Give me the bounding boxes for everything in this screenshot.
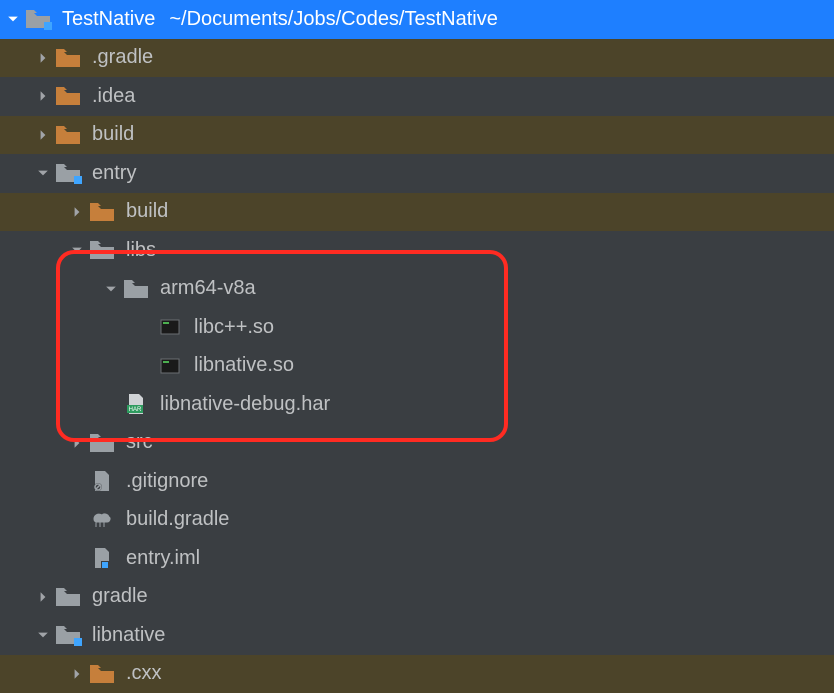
folder-icon [54, 124, 82, 146]
folder-icon [88, 201, 116, 223]
module-folder-icon [54, 624, 82, 646]
gradle-file-icon [88, 509, 116, 531]
har-file-icon: HAR [122, 393, 150, 415]
binary-file-icon [156, 316, 184, 338]
gitignore-file-icon [88, 470, 116, 492]
tree-label: TestNative [62, 8, 155, 31]
tree-label: .cxx [126, 662, 162, 685]
chevron-right-icon[interactable] [32, 129, 54, 141]
tree-label: arm64-v8a [160, 277, 256, 300]
tree-label: .idea [92, 85, 135, 108]
tree-row-src[interactable]: src [0, 424, 834, 463]
tree-label: libnative-debug.har [160, 393, 330, 416]
tree-row-cxx[interactable]: .cxx [0, 655, 834, 693]
chevron-down-icon[interactable] [32, 167, 54, 179]
project-tree: TestNative ~/Documents/Jobs/Codes/TestNa… [0, 0, 834, 686]
tree-label: libnative.so [194, 354, 294, 377]
tree-row-gradle-dir[interactable]: gradle [0, 578, 834, 617]
folder-icon [54, 85, 82, 107]
folder-icon [88, 663, 116, 685]
tree-row-libnative-har[interactable]: HAR libnative-debug.har [0, 385, 834, 424]
folder-icon [54, 586, 82, 608]
tree-label: gradle [92, 585, 148, 608]
tree-row-libnative-so[interactable]: libnative.so [0, 347, 834, 386]
tree-label: entry [92, 162, 136, 185]
tree-label: build [92, 123, 134, 146]
chevron-down-icon[interactable] [2, 13, 24, 25]
chevron-down-icon[interactable] [32, 629, 54, 641]
module-folder-icon [24, 8, 52, 30]
module-folder-icon [54, 162, 82, 184]
chevron-right-icon[interactable] [66, 668, 88, 680]
chevron-right-icon[interactable] [66, 206, 88, 218]
tree-row-arm64[interactable]: arm64-v8a [0, 270, 834, 309]
tree-row-idea[interactable]: .idea [0, 77, 834, 116]
tree-row-entry-iml[interactable]: entry.iml [0, 539, 834, 578]
chevron-down-icon[interactable] [66, 244, 88, 256]
tree-row-build-gradle[interactable]: build.gradle [0, 501, 834, 540]
chevron-right-icon[interactable] [66, 437, 88, 449]
tree-row-entry[interactable]: entry [0, 154, 834, 193]
tree-row-build[interactable]: build [0, 116, 834, 155]
chevron-right-icon[interactable] [32, 90, 54, 102]
tree-label: libs [126, 239, 156, 262]
tree-label: libnative [92, 624, 165, 647]
tree-row-libnative[interactable]: libnative [0, 616, 834, 655]
tree-row-gradle[interactable]: .gradle [0, 39, 834, 78]
tree-row-root[interactable]: TestNative ~/Documents/Jobs/Codes/TestNa… [0, 0, 834, 39]
folder-icon [122, 278, 150, 300]
tree-path: ~/Documents/Jobs/Codes/TestNative [169, 8, 498, 31]
tree-row-libs[interactable]: libs [0, 231, 834, 270]
binary-file-icon [156, 355, 184, 377]
tree-label: build [126, 200, 168, 223]
tree-label: build.gradle [126, 508, 229, 531]
chevron-right-icon[interactable] [32, 52, 54, 64]
tree-label: libc++.so [194, 316, 274, 339]
tree-label: entry.iml [126, 547, 200, 570]
tree-label: .gitignore [126, 470, 208, 493]
folder-icon [88, 432, 116, 454]
tree-label: .gradle [92, 46, 153, 69]
iml-file-icon [88, 547, 116, 569]
folder-icon [54, 47, 82, 69]
tree-label: src [126, 431, 153, 454]
tree-row-gitignore[interactable]: .gitignore [0, 462, 834, 501]
tree-row-entry-build[interactable]: build [0, 193, 834, 232]
svg-text:HAR: HAR [129, 407, 142, 413]
chevron-right-icon[interactable] [32, 591, 54, 603]
tree-row-libcpp[interactable]: libc++.so [0, 308, 834, 347]
chevron-down-icon[interactable] [100, 283, 122, 295]
folder-icon [88, 239, 116, 261]
